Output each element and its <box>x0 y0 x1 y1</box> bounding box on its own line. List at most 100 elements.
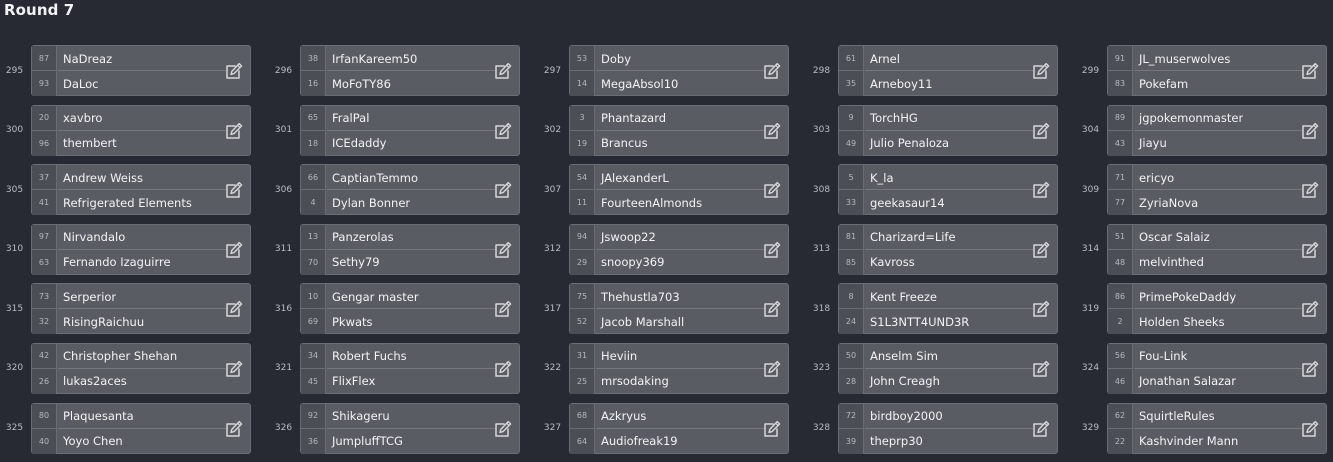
edit-match-button[interactable] <box>1300 359 1320 379</box>
match-card[interactable]: 42 Christopher Shehan 26 lukas2aces <box>31 342 251 394</box>
edit-match-button[interactable] <box>493 180 513 200</box>
edit-match-button[interactable] <box>762 299 782 319</box>
edit-match-button[interactable] <box>762 359 782 379</box>
player-seed: 9 <box>839 105 864 131</box>
match-number: 321 <box>274 363 293 374</box>
edit-icon <box>226 182 243 198</box>
match-card[interactable]: 3 Phantazard 19 Brancus <box>569 104 789 156</box>
player-seed: 73 <box>32 284 57 310</box>
edit-match-button[interactable] <box>1031 299 1051 319</box>
match-card[interactable]: 10 Gengar master 69 Pkwats <box>300 283 520 335</box>
match-card[interactable]: 62 SquirtleRules 22 Kashvinder Mann <box>1107 402 1327 454</box>
match-card[interactable]: 5 K_la 33 geekasaur14 <box>838 164 1058 216</box>
edit-match-button[interactable] <box>224 121 244 141</box>
player-row-top: 97 Nirvandalo <box>32 224 227 250</box>
player-name: Jonathan Salazar <box>1139 374 1236 389</box>
match-card[interactable]: 65 FralPal 18 ICEdaddy <box>300 104 520 156</box>
match-card[interactable]: 20 xavbro 96 thembert <box>31 104 251 156</box>
player-row-top: 66 CaptianTemmo <box>301 165 496 191</box>
match-card[interactable]: 53 Doby 14 MegaAbsol10 <box>569 45 789 96</box>
player-seed: 85 <box>839 249 864 275</box>
edit-match-button[interactable] <box>1031 180 1051 200</box>
edit-icon <box>1302 420 1319 437</box>
match-card[interactable]: 94 Jswoop22 29 snoopy369 <box>569 223 789 275</box>
player-row-bottom: 4 Dylan Bonner <box>301 190 496 216</box>
edit-match-button[interactable] <box>224 419 244 439</box>
player-name: JL_muserwolves <box>1139 51 1231 66</box>
edit-icon <box>764 420 781 437</box>
player-seed: 54 <box>570 165 595 191</box>
edit-match-button[interactable] <box>493 121 513 141</box>
match-card[interactable]: 34 Robert Fuchs 45 FlixFlex <box>300 342 520 394</box>
match-card[interactable]: 73 Serperior 32 RisingRaichuu <box>31 283 251 335</box>
edit-match-button[interactable] <box>224 240 244 260</box>
bracket-grid: 295 87 NaDreaz 93 DaLoc 296 38 IrfanKare… <box>0 45 1333 462</box>
edit-match-button[interactable] <box>1031 240 1051 260</box>
match: 320 42 Christopher Shehan 26 lukas2aces <box>0 342 269 403</box>
edit-match-button[interactable] <box>493 61 513 81</box>
match-card[interactable]: 8 Kent Freeze 24 S1L3NTT4UND3R <box>838 283 1058 335</box>
edit-match-button[interactable] <box>762 180 782 200</box>
edit-match-button[interactable] <box>224 299 244 319</box>
edit-match-button[interactable] <box>493 359 513 379</box>
match-card[interactable]: 54 JAlexanderL 11 FourteenAlmonds <box>569 164 789 216</box>
match: 299 91 JL_muserwolves 83 Pokefam <box>1076 45 1333 105</box>
match-card[interactable]: 72 birdboy2000 39 theprp30 <box>838 402 1058 454</box>
match-card[interactable]: 92 Shikageru 36 JumpluffTCG <box>300 402 520 454</box>
match-card[interactable]: 9 TorchHG 49 Julio Penaloza <box>838 104 1058 156</box>
edit-icon <box>495 62 512 79</box>
player-seed: 25 <box>570 368 595 394</box>
match-card[interactable]: 86 PrimePokeDaddy 2 Holden Sheeks <box>1107 283 1327 335</box>
match-card[interactable]: 80 Plaquesanta 40 Yoyo Chen <box>31 402 251 454</box>
edit-match-button[interactable] <box>1300 61 1320 81</box>
player-seed: 80 <box>32 403 57 429</box>
edit-match-button[interactable] <box>493 419 513 439</box>
match-number: 326 <box>274 423 293 434</box>
edit-match-button[interactable] <box>762 240 782 260</box>
match-card[interactable]: 56 Fou-Link 46 Jonathan Salazar <box>1107 342 1327 394</box>
match-card[interactable]: 66 CaptianTemmo 4 Dylan Bonner <box>300 164 520 216</box>
player-name: Yoyo Chen <box>63 434 123 449</box>
match-card[interactable]: 68 Azkryus 64 Audiofreak19 <box>569 402 789 454</box>
match-card[interactable]: 50 Anselm Sim 28 John Creagh <box>838 342 1058 394</box>
match-card[interactable]: 13 Panzerolas 70 Sethy79 <box>300 223 520 275</box>
edit-match-button[interactable] <box>762 61 782 81</box>
player-name: CaptianTemmo <box>332 170 419 185</box>
match-card[interactable]: 89 jgpokemonmaster 43 Jiayu <box>1107 104 1327 156</box>
player-name: xavbro <box>63 111 103 126</box>
match-card[interactable]: 87 NaDreaz 93 DaLoc <box>31 45 251 96</box>
edit-match-button[interactable] <box>1031 61 1051 81</box>
player-name: Dylan Bonner <box>332 195 411 210</box>
edit-match-button[interactable] <box>1300 299 1320 319</box>
player-row-top: 5 K_la <box>839 165 1034 191</box>
edit-match-button[interactable] <box>1300 180 1320 200</box>
edit-match-button[interactable] <box>1300 419 1320 439</box>
match: 318 8 Kent Freeze 24 S1L3NTT4UND3R <box>807 283 1076 343</box>
edit-match-button[interactable] <box>1031 359 1051 379</box>
match-card[interactable]: 97 Nirvandalo 63 Fernando Izaguirre <box>31 223 251 275</box>
edit-match-button[interactable] <box>762 121 782 141</box>
player-seed: 29 <box>570 249 595 275</box>
match-card[interactable]: 71 ericyo 77 ZyriaNova <box>1107 164 1327 216</box>
edit-match-button[interactable] <box>1300 121 1320 141</box>
edit-match-button[interactable] <box>493 240 513 260</box>
edit-match-button[interactable] <box>493 299 513 319</box>
match-card[interactable]: 37 Andrew Weiss 41 Refrigerated Elements <box>31 164 251 216</box>
match-card[interactable]: 75 Thehustla703 52 Jacob Marshall <box>569 283 789 335</box>
player-row-top: 42 Christopher Shehan <box>32 343 227 369</box>
edit-match-button[interactable] <box>1031 121 1051 141</box>
edit-match-button[interactable] <box>762 419 782 439</box>
edit-match-button[interactable] <box>224 359 244 379</box>
player-row-top: 73 Serperior <box>32 284 227 310</box>
match-card[interactable]: 31 Heviin 25 mrsodaking <box>569 342 789 394</box>
edit-match-button[interactable] <box>224 61 244 81</box>
edit-match-button[interactable] <box>1031 419 1051 439</box>
match-card[interactable]: 38 IrfanKareem50 16 MoFoTY86 <box>300 45 520 96</box>
match-card[interactable]: 61 Arnel 35 Arneboy11 <box>838 45 1058 96</box>
match-card[interactable]: 91 JL_muserwolves 83 Pokefam <box>1107 45 1327 96</box>
edit-match-button[interactable] <box>224 180 244 200</box>
match-card[interactable]: 81 Charizard=Life 85 Kavross <box>838 223 1058 275</box>
match-number: 318 <box>812 303 831 314</box>
match-card[interactable]: 51 Oscar Salaiz 48 melvinthed <box>1107 223 1327 275</box>
edit-match-button[interactable] <box>1300 240 1320 260</box>
